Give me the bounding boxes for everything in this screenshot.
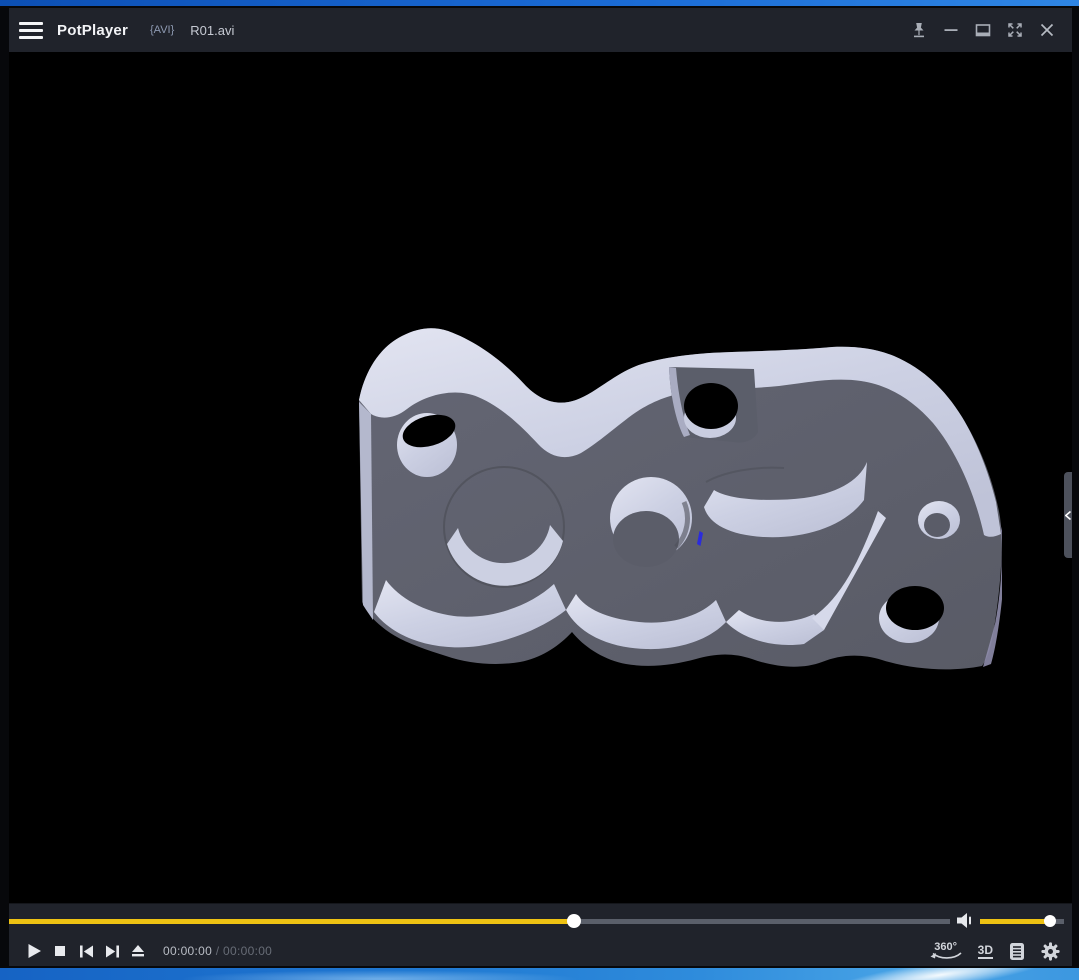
playlist-button[interactable] xyxy=(1009,942,1025,961)
file-name: R01.avi xyxy=(190,22,235,38)
play-icon xyxy=(28,944,41,958)
rotation-arrow-icon xyxy=(930,952,962,959)
rotation-360-label: 360° xyxy=(934,941,958,953)
play-button[interactable] xyxy=(23,942,45,960)
eject-icon xyxy=(132,945,144,957)
chevron-left-icon xyxy=(1065,510,1071,520)
app-title: PotPlayer xyxy=(57,21,128,39)
potplayer-window: PotPlayer {AVI} R01.avi 00:00:00 / 00:00… xyxy=(0,6,1079,968)
total-time: 00:00:00 xyxy=(223,944,273,958)
fullscreen-button[interactable] xyxy=(1002,17,1028,43)
volume-area xyxy=(950,904,1072,938)
desktop: PotPlayer {AVI} R01.avi 00:00:00 / 00:00… xyxy=(0,0,1079,980)
video-area[interactable] xyxy=(9,52,1072,903)
seek-row xyxy=(9,904,1072,938)
volume-thumb[interactable] xyxy=(1043,915,1056,927)
minimize-button[interactable] xyxy=(938,17,964,43)
video-frame-3d-model xyxy=(359,328,1002,670)
stop-button[interactable] xyxy=(49,942,71,960)
stop-icon xyxy=(55,946,65,956)
fullscreen-icon xyxy=(1008,23,1022,37)
rotation-360-button[interactable]: 360° xyxy=(930,942,962,960)
next-button[interactable] xyxy=(101,942,123,960)
time-separator: / xyxy=(215,944,220,958)
current-time: 00:00:00 xyxy=(163,944,213,958)
threed-label: 3D xyxy=(977,942,993,959)
open-button[interactable] xyxy=(127,942,149,960)
wallpaper-swoosh xyxy=(829,968,1051,980)
maximize-icon xyxy=(975,24,991,37)
title-bar: PotPlayer {AVI} R01.avi xyxy=(9,8,1072,52)
time-display: 00:00:00 / 00:00:00 xyxy=(163,944,272,958)
right-controls: 360° 3D xyxy=(914,942,1060,961)
skip-previous-icon xyxy=(79,945,93,957)
threed-mode-button[interactable]: 3D xyxy=(977,942,993,959)
pin-icon xyxy=(914,23,924,38)
previous-button[interactable] xyxy=(75,942,97,960)
format-badge: {AVI} xyxy=(150,24,175,36)
playlist-edge-grip[interactable] xyxy=(1064,472,1072,558)
desktop-wallpaper-bottom xyxy=(0,968,1079,980)
close-button[interactable] xyxy=(1034,17,1060,43)
seek-bar-fill xyxy=(9,919,574,924)
playlist-icon xyxy=(1010,942,1024,960)
skip-next-icon xyxy=(105,945,119,957)
volume-button[interactable] xyxy=(956,912,976,934)
gear-icon xyxy=(1041,941,1060,961)
seek-bar[interactable] xyxy=(9,914,950,928)
transport-row: 00:00:00 / 00:00:00 360° 3D xyxy=(9,938,1072,966)
menu-hamburger-icon[interactable] xyxy=(19,21,43,39)
maximize-button[interactable] xyxy=(970,17,996,43)
seek-thumb[interactable] xyxy=(566,914,581,928)
minimize-icon xyxy=(944,29,958,31)
control-bar: 00:00:00 / 00:00:00 360° 3D xyxy=(9,903,1072,966)
volume-bar[interactable] xyxy=(980,915,1064,927)
pin-button[interactable] xyxy=(906,17,932,43)
close-icon xyxy=(1040,23,1054,37)
window-inner: PotPlayer {AVI} R01.avi 00:00:00 / 00:00… xyxy=(9,8,1072,966)
speaker-icon xyxy=(957,913,971,928)
wallpaper-swoosh-2 xyxy=(180,970,580,980)
settings-button[interactable] xyxy=(1041,941,1060,961)
volume-bar-fill xyxy=(980,919,1050,924)
